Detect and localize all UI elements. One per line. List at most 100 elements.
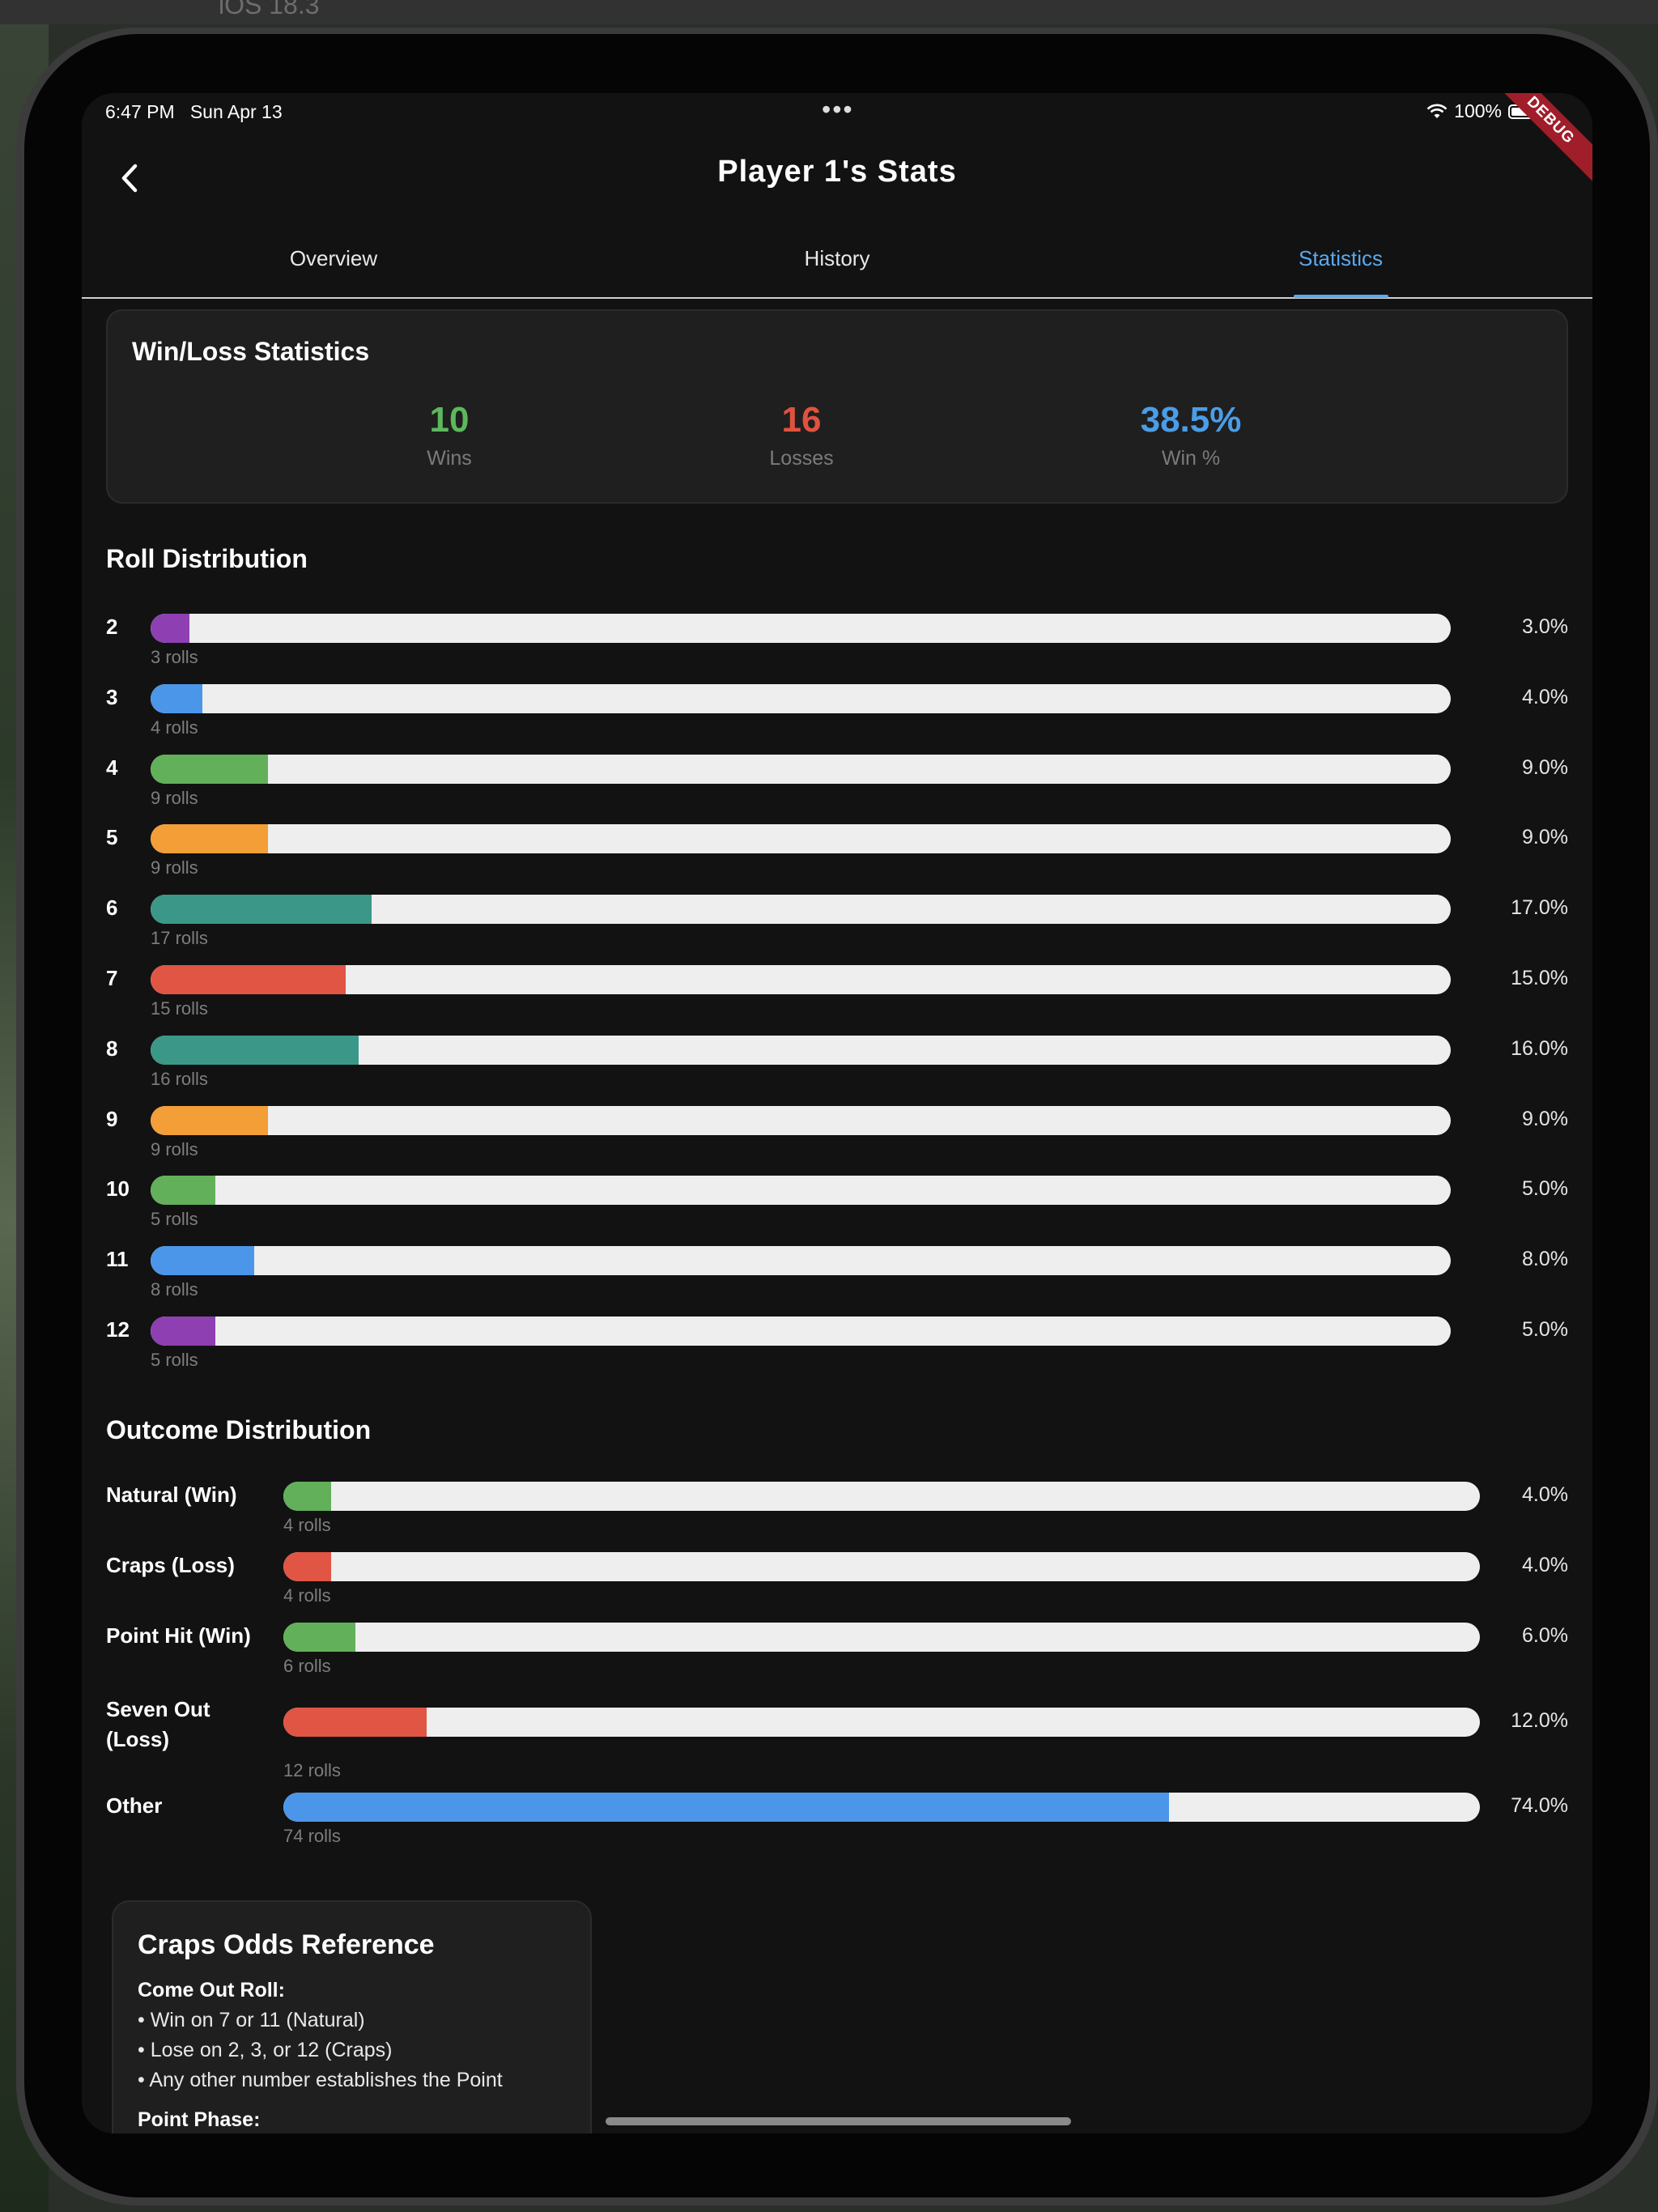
- come-out-rule: • Win on 7 or 11 (Natural): [138, 2009, 365, 2031]
- roll-distribution-bar-fill: [151, 754, 268, 784]
- outcome-distribution-bar-track: [283, 1482, 1480, 1511]
- win-percent-stat: 38.5% Win %: [1094, 400, 1288, 470]
- tab-statistics[interactable]: Statistics: [1089, 219, 1592, 297]
- wifi-icon: [1426, 104, 1448, 118]
- roll-distribution-count: 5 rolls: [151, 1209, 198, 1230]
- wins-label: Wins: [427, 447, 472, 470]
- outcome-distribution-label: Natural (Win): [106, 1482, 237, 1507]
- losses-stat: 16 Losses: [704, 400, 899, 470]
- win-percent-value: 38.5%: [1140, 400, 1242, 440]
- status-bar: 6:47 PM Sun Apr 13 ••• 100%: [82, 93, 1592, 130]
- roll-distribution-row: 5 9.0% 9 rolls: [106, 822, 1568, 891]
- roll-distribution-percent: 5.0%: [1522, 1318, 1568, 1341]
- roll-distribution-bar-fill: [151, 1105, 268, 1135]
- outcome-distribution-label: Seven Out (Loss): [106, 1697, 210, 1751]
- outcome-distribution-bar-fill: [283, 1793, 1169, 1822]
- outcome-distribution-percent: 74.0%: [1511, 1794, 1568, 1817]
- battery-percent: 100%: [1454, 100, 1502, 121]
- device-os-label: iOS 18.3: [219, 0, 320, 19]
- roll-distribution-bar-track: [151, 1317, 1451, 1346]
- roll-distribution-bar-fill: [151, 895, 372, 925]
- roll-distribution-bar-fill: [151, 1246, 255, 1276]
- roll-distribution-bar-track: [151, 683, 1451, 713]
- outcome-distribution-label: Craps (Loss): [106, 1553, 235, 1577]
- roll-distribution-percent: 4.0%: [1522, 685, 1568, 708]
- roll-distribution-count: 9 rolls: [151, 857, 198, 878]
- roll-distribution-label: 2: [106, 615, 118, 639]
- tab-history[interactable]: History: [585, 219, 1089, 297]
- outcome-distribution-count: 74 rolls: [283, 1826, 341, 1846]
- roll-distribution-row: 9 9.0% 9 rolls: [106, 1104, 1568, 1173]
- outcome-distribution-count: 12 rolls: [283, 1760, 341, 1780]
- outcome-distribution-bar-fill: [283, 1552, 332, 1581]
- roll-distribution-percent: 9.0%: [1522, 755, 1568, 779]
- outcome-distribution-bar-track: [283, 1708, 1480, 1737]
- home-indicator[interactable]: [606, 2117, 1071, 2125]
- roll-distribution-bar-fill: [151, 1035, 359, 1065]
- outcome-distribution-label: Point Hit (Win): [106, 1623, 251, 1648]
- roll-distribution-percent: 5.0%: [1522, 1177, 1568, 1201]
- roll-distribution-label: 10: [106, 1176, 130, 1202]
- roll-distribution-label: 6: [106, 895, 118, 921]
- tab-overview[interactable]: Overview: [82, 219, 585, 297]
- roll-distribution-bar-track: [151, 754, 1451, 784]
- outcome-distribution-heading: Outcome Distribution: [106, 1415, 372, 1444]
- come-out-rule: • Lose on 2, 3, or 12 (Craps): [138, 2039, 393, 2061]
- roll-distribution-row: 3 4.0% 4 rolls: [106, 682, 1568, 751]
- come-out-roll-title: Come Out Roll:: [138, 1979, 285, 2001]
- app-screen: 6:47 PM Sun Apr 13 ••• 100% DEBUG Player…: [82, 93, 1592, 2133]
- roll-distribution-count: 9 rolls: [151, 787, 198, 808]
- roll-distribution-label: 9: [106, 1106, 118, 1131]
- roll-distribution-bar-fill: [151, 824, 268, 854]
- roll-distribution-row: 2 3.0% 3 rolls: [106, 611, 1568, 681]
- outcome-distribution-row: Natural (Win) 4.0% 4 rolls: [106, 1479, 1568, 1549]
- odds-reference-card: Craps Odds Reference Come Out Roll: • Wi…: [112, 1900, 592, 2133]
- roll-distribution-heading: Roll Distribution: [106, 544, 308, 573]
- win-percent-label: Win %: [1161, 447, 1221, 470]
- outcome-distribution-label: Other: [106, 1793, 163, 1818]
- roll-distribution-bar-fill: [151, 683, 203, 713]
- roll-distribution-row: 10 5.0% 5 rolls: [106, 1173, 1568, 1243]
- multitask-dots-icon[interactable]: •••: [822, 95, 854, 125]
- roll-distribution-label: 8: [106, 1036, 118, 1061]
- roll-distribution-percent: 3.0%: [1522, 615, 1568, 638]
- outcome-distribution-count: 6 rolls: [283, 1656, 331, 1676]
- roll-distribution-bar-fill: [151, 1317, 216, 1346]
- losses-value: 16: [781, 400, 822, 440]
- roll-distribution-count: 5 rolls: [151, 1350, 198, 1370]
- roll-distribution-bar-track: [151, 1105, 1451, 1135]
- roll-distribution-count: 8 rolls: [151, 1279, 198, 1300]
- roll-distribution-row: 4 9.0% 9 rolls: [106, 752, 1568, 822]
- roll-distribution-bar-track: [151, 895, 1451, 925]
- outcome-distribution-count: 4 rolls: [283, 1515, 331, 1535]
- roll-distribution-percent: 15.0%: [1511, 967, 1568, 989]
- outcome-distribution-row: Craps (Loss) 4.0% 4 rolls: [106, 1550, 1568, 1619]
- point-phase-title: Point Phase:: [138, 2108, 261, 2131]
- roll-distribution-bar-track: [151, 614, 1451, 643]
- outcome-distribution-row: Seven Out (Loss) 12.0% 12 rolls: [106, 1697, 1568, 1780]
- outcome-distribution-bar-track: [283, 1552, 1480, 1581]
- status-date: Sun Apr 13: [189, 101, 283, 122]
- win-loss-heading: Win/Loss Statistics: [132, 337, 370, 366]
- roll-distribution-row: 7 15.0% 15 rolls: [106, 963, 1568, 1032]
- roll-distribution-count: 3 rolls: [151, 647, 198, 667]
- roll-distribution-label: 5: [106, 825, 118, 850]
- roll-distribution-count: 17 rolls: [151, 928, 208, 949]
- outcome-distribution-percent: 6.0%: [1522, 1624, 1568, 1647]
- outcome-distribution-percent: 4.0%: [1522, 1554, 1568, 1576]
- tab-bar: Overview History Statistics: [82, 219, 1592, 299]
- roll-distribution-row: 11 8.0% 8 rolls: [106, 1244, 1568, 1313]
- roll-distribution-count: 15 rolls: [151, 998, 208, 1019]
- outcome-distribution-count: 4 rolls: [283, 1585, 331, 1606]
- status-time: 6:47 PM: [105, 101, 175, 122]
- outcome-distribution-bar-track: [283, 1793, 1480, 1822]
- come-out-rule: • Any other number establishes the Point: [138, 2069, 503, 2091]
- roll-distribution-bar-fill: [151, 1176, 216, 1206]
- outcome-distribution-percent: 4.0%: [1522, 1483, 1568, 1506]
- page-title: Player 1's Stats: [717, 155, 957, 189]
- outcome-distribution-bar-fill: [283, 1708, 427, 1737]
- roll-distribution-percent: 9.0%: [1522, 826, 1568, 849]
- outcome-distribution-bar-track: [283, 1623, 1480, 1652]
- roll-distribution-count: 4 rolls: [151, 717, 198, 738]
- outcome-distribution-bar-fill: [283, 1623, 355, 1652]
